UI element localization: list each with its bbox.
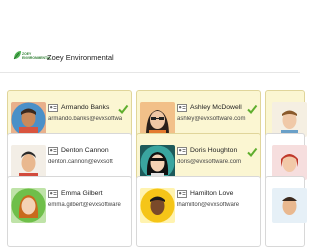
avatar [140, 102, 175, 137]
avatar [140, 188, 175, 223]
avatar [11, 188, 46, 223]
avatar [140, 145, 175, 180]
contact-card-icon [48, 104, 58, 112]
contact-card-partial[interactable] [265, 176, 307, 247]
contact-card-icon [177, 147, 187, 155]
contact-email: emma.gilbert@evxsoftware [48, 202, 121, 208]
contact-card-icon [177, 104, 187, 112]
checkmark-icon [118, 104, 129, 115]
app-header: ZOEY ENVIRONMENTAL Zoey Environmental [0, 0, 300, 72]
contact-email: doris@evxsoftware.com [177, 159, 242, 165]
company-logo: ZOEY ENVIRONMENTAL [13, 50, 51, 64]
contact-email: ashley@evxsoftware.com [177, 116, 246, 122]
contact-email: armando.banks@evxsoftwa [48, 116, 123, 122]
contact-name: Ashley McDowell [190, 104, 242, 111]
avatar [272, 188, 307, 223]
checkmark-icon [247, 104, 258, 115]
contact-name: Hamilton Love [190, 190, 234, 197]
avatar [11, 102, 46, 137]
contact-name: Emma Gilbert [61, 190, 103, 197]
contact-name: Doris Houghton [190, 147, 238, 154]
contact-name: Armando Banks [61, 104, 110, 111]
contact-card-icon [48, 147, 58, 155]
checkmark-icon [247, 147, 258, 158]
avatar [272, 102, 307, 137]
contact-card-hamilton-love[interactable]: Hamilton Love lhamilton@evxsoftware [136, 176, 261, 247]
company-name: Zoey Environmental [47, 53, 114, 62]
header-divider [0, 72, 300, 73]
avatar [11, 145, 46, 180]
leaf-logo-icon [13, 51, 21, 60]
contact-card-icon [48, 190, 58, 198]
contact-email: denton.cannon@evxsoft [48, 159, 113, 165]
contact-name: Denton Cannon [61, 147, 109, 154]
contact-card-icon [177, 190, 187, 198]
contact-email: lhamilton@evxsoftware [177, 202, 240, 208]
contact-card-emma-gilbert[interactable]: Emma Gilbert emma.gilbert@evxsoftware [7, 176, 132, 247]
avatar [272, 145, 307, 180]
